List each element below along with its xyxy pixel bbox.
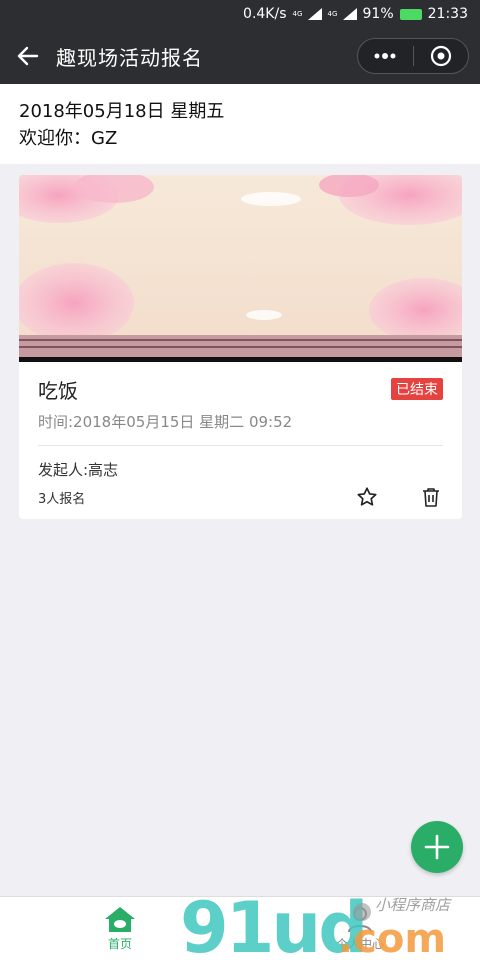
page-title: 趣现场活动报名 xyxy=(56,45,203,70)
header-info: 2018年05月18日 星期五 欢迎你：GZ xyxy=(0,84,480,164)
network-type-2: 4G xyxy=(327,9,338,18)
home-icon xyxy=(105,907,135,932)
activity-banner-image xyxy=(19,175,462,362)
close-mini-program-button[interactable] xyxy=(414,39,469,73)
activity-title: 吃饭 xyxy=(38,378,78,403)
nav-bar: 趣现场活动报名 xyxy=(0,28,480,84)
person-icon xyxy=(348,907,372,933)
welcome-text: 欢迎你：GZ xyxy=(19,128,118,149)
more-dots-icon xyxy=(374,53,396,59)
tab-home[interactable]: 首页 xyxy=(0,897,240,960)
tab-bar: 首页 个人中心 xyxy=(0,896,480,960)
card-divider xyxy=(38,445,443,446)
delete-button[interactable] xyxy=(419,485,443,509)
tab-profile[interactable]: 个人中心 xyxy=(240,897,480,960)
favorite-button[interactable] xyxy=(355,485,379,509)
trash-icon xyxy=(423,488,439,507)
current-date: 2018年05月18日 星期五 xyxy=(19,101,225,122)
network-speed: 0.4K/s xyxy=(243,6,287,22)
add-activity-button[interactable] xyxy=(411,821,463,873)
tab-profile-label: 个人中心 xyxy=(335,937,384,951)
activity-card[interactable]: 吃饭 已结束 时间:2018年05月15日 星期二 09:52 发起人:高志 3… xyxy=(19,175,462,519)
signal-icon-2 xyxy=(342,8,357,20)
star-icon xyxy=(357,487,377,506)
back-button[interactable] xyxy=(0,28,56,84)
target-circle-icon xyxy=(430,45,451,67)
clock: 21:33 xyxy=(427,6,468,22)
status-badge: 已结束 xyxy=(391,378,443,400)
signal-icon-1 xyxy=(307,8,322,20)
battery-icon xyxy=(399,8,422,20)
plus-icon xyxy=(424,834,450,860)
signup-count: 3人报名 xyxy=(38,491,86,507)
network-type-1: 4G xyxy=(292,9,303,18)
activity-time: 时间:2018年05月15日 星期二 09:52 xyxy=(38,413,293,431)
battery-percent: 91% xyxy=(362,6,394,22)
mini-program-capsule xyxy=(357,38,469,74)
arrow-left-icon xyxy=(17,46,39,66)
tab-home-label: 首页 xyxy=(107,937,132,951)
more-button[interactable] xyxy=(358,39,413,73)
activity-organizer: 发起人:高志 xyxy=(38,461,119,479)
status-bar: 0.4K/s 4G 4G 91% 21:33 xyxy=(0,0,480,28)
